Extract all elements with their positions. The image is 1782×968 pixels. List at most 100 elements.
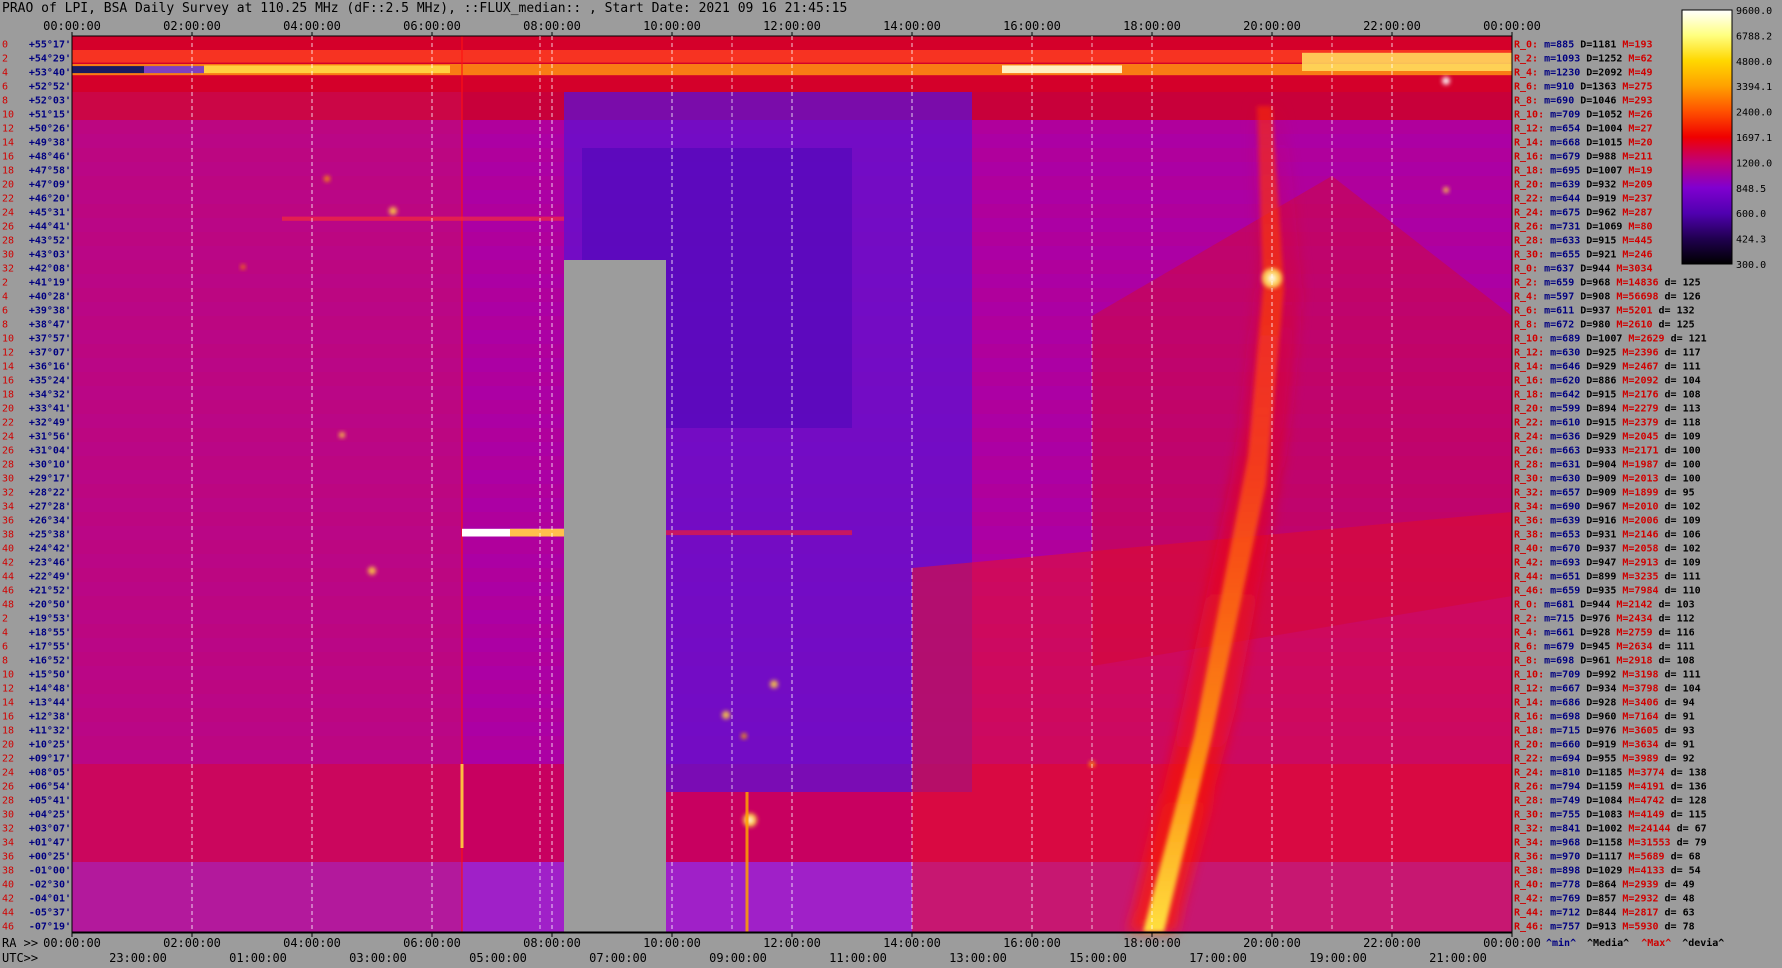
beam-stat-row: R_10: m=709 D=1052 M=26 (1514, 109, 1653, 120)
beam-stat-field: M=2932 (1616, 893, 1658, 904)
beam-stat-row: R_16: m=679 D=988 M=211 (1514, 151, 1652, 162)
beam-stat-field: M=3605 (1616, 725, 1658, 736)
beam-stat-field: R_10: (1514, 109, 1544, 120)
beam-stat-field: D=1007 (1580, 165, 1622, 176)
beam-stat-field: m=610 (1544, 417, 1580, 428)
top-tick-label: 14:00:00 (883, 19, 941, 33)
beam-stat-row: R_18: m=695 D=1007 M=19 (1514, 165, 1653, 176)
beam-stat-field: m=1230 (1538, 67, 1580, 78)
row-declination-label: +39°38' (29, 305, 71, 316)
beam-stat-field: m=644 (1544, 193, 1580, 204)
beam-stat-field: d= 125 (1659, 277, 1701, 288)
beam-stat-field: R_22: (1514, 193, 1544, 204)
beam-stat-row: R_38: m=653 D=931 M=2146 d= 106 (1514, 529, 1701, 540)
interference-line (666, 530, 852, 536)
row-index-label: 2 (2, 53, 8, 64)
beam-stat-field: m=599 (1544, 403, 1580, 414)
beam-stat-field: m=698 (1544, 711, 1580, 722)
bright-row-segment (1302, 52, 1512, 71)
beam-stat-field: D=955 (1580, 753, 1616, 764)
beam-stat-field: D=899 (1580, 571, 1616, 582)
beam-stat-field: R_46: (1514, 921, 1544, 932)
row-declination-label: +34°32' (29, 389, 71, 400)
beam-stat-field: R_26: (1514, 781, 1544, 792)
row-declination-label: -07°19' (29, 921, 71, 932)
beam-stat-field: m=654 (1544, 123, 1580, 134)
beam-stat-row: R_36: m=970 D=1117 M=5689 d= 68 (1514, 851, 1701, 862)
beam-stat-field: R_12: (1514, 683, 1544, 694)
beam-stat-field: m=757 (1544, 921, 1580, 932)
beam-stat-field: m=639 (1544, 179, 1580, 190)
utc-tick-label: 13:00:00 (949, 951, 1007, 965)
beam-stat-field: d= 91 (1659, 739, 1695, 750)
row-index-label: 28 (2, 235, 14, 246)
beam-stat-row: R_46: m=659 D=935 M=7984 d= 110 (1514, 585, 1701, 596)
beam-stat-field: m=597 (1538, 291, 1574, 302)
beam-stat-field: D=1159 (1580, 781, 1622, 792)
beam-stat-field: M=2142 (1610, 599, 1652, 610)
utc-tick-label: 21:00:00 (1429, 951, 1487, 965)
beam-stat-field: m=620 (1544, 375, 1580, 386)
row-declination-label: +17°55' (29, 641, 71, 652)
row-declination-label: -04°01' (29, 893, 71, 904)
beam-stat-field: D=915 (1580, 235, 1616, 246)
beam-stat-field: d= 132 (1653, 305, 1695, 316)
row-declination-label: +50°26' (29, 123, 71, 134)
beam-stat-field: M=2610 (1610, 319, 1652, 330)
top-tick-label: 04:00:00 (283, 19, 341, 33)
beam-stat-field: m=630 (1544, 473, 1580, 484)
row-declination-label: +12°38' (29, 711, 71, 722)
beam-stat-field: m=636 (1544, 431, 1580, 442)
beam-stat-row: R_30: m=630 D=909 M=2013 d= 100 (1514, 473, 1701, 484)
beam-stat-field: M=5201 (1610, 305, 1652, 316)
beam-stat-row: R_14: m=646 D=929 M=2467 d= 111 (1514, 361, 1701, 372)
beam-stat-field: M=7164 (1616, 711, 1658, 722)
interference-line (510, 528, 564, 537)
row-declination-label: +08°05' (29, 767, 71, 778)
beam-stat-field: m=663 (1544, 445, 1580, 456)
row-declination-label: +19°53' (29, 613, 71, 624)
beam-stat-field: D=1252 (1580, 53, 1622, 64)
beam-stat-field: M=31553 (1622, 837, 1670, 848)
beam-stat-row: R_10: m=689 D=1007 M=2629 d= 121 (1514, 333, 1707, 344)
beam-stat-field: m=630 (1544, 347, 1580, 358)
beam-stat-field: R_24: (1514, 431, 1544, 442)
beam-stat-field: M=4191 (1622, 781, 1664, 792)
beam-stat-field: d= 100 (1659, 445, 1701, 456)
beam-stat-field: R_4: (1514, 627, 1538, 638)
row-index-label: 2 (2, 277, 8, 288)
beam-stat-field: d= 111 (1659, 361, 1701, 372)
beam-stats: R_0: m=885 D=1181 M=193 R_2: m=1093 D=125… (1514, 39, 1707, 932)
beam-stat-row: R_28: m=631 D=904 M=1987 d= 100 (1514, 459, 1701, 470)
row-declination-label: +43°03' (29, 249, 71, 260)
beam-stat-field: M=2918 (1610, 655, 1652, 666)
beam-stat-field: M=445 (1616, 235, 1652, 246)
row-declination-label: +31°04' (29, 445, 71, 456)
top-tick-label: 10:00:00 (643, 19, 701, 33)
row-declination-label: +15°50' (29, 669, 71, 680)
beam-stat-field: R_8: (1514, 95, 1538, 106)
row-index-label: 30 (2, 809, 14, 820)
beam-stat-row: R_20: m=639 D=932 M=209 (1514, 179, 1652, 190)
beam-stat-field: M=2379 (1616, 417, 1658, 428)
beam-stat-field: R_2: (1514, 277, 1538, 288)
beam-stat-row: R_12: m=630 D=925 M=2396 d= 117 (1514, 347, 1701, 358)
beam-stat-field: m=657 (1544, 487, 1580, 498)
beam-stat-field: m=655 (1544, 249, 1580, 260)
beam-stat-field: m=672 (1538, 319, 1574, 330)
row-declination-label: +49°38' (29, 137, 71, 148)
colorbar-tick-label: 4800.0 (1736, 57, 1772, 68)
colorbar-tick-label: 848.5 (1736, 184, 1766, 195)
beam-stat-field: d= 116 (1653, 627, 1695, 638)
ra-tick-label: 04:00:00 (283, 936, 341, 950)
beam-stat-field: D=1084 (1580, 795, 1622, 806)
beam-stat-field: R_46: (1514, 585, 1544, 596)
beam-stat-field: d= 111 (1659, 571, 1701, 582)
row-index-label: 28 (2, 459, 14, 470)
beam-stat-field: m=690 (1538, 95, 1574, 106)
beam-stat-field: D=937 (1574, 305, 1610, 316)
row-declination-label: +33°41' (29, 403, 71, 414)
beam-stat-row: R_28: m=633 D=915 M=445 (1514, 235, 1652, 246)
beam-stat-field: M=80 (1622, 221, 1652, 232)
beam-stat-field: R_16: (1514, 711, 1544, 722)
